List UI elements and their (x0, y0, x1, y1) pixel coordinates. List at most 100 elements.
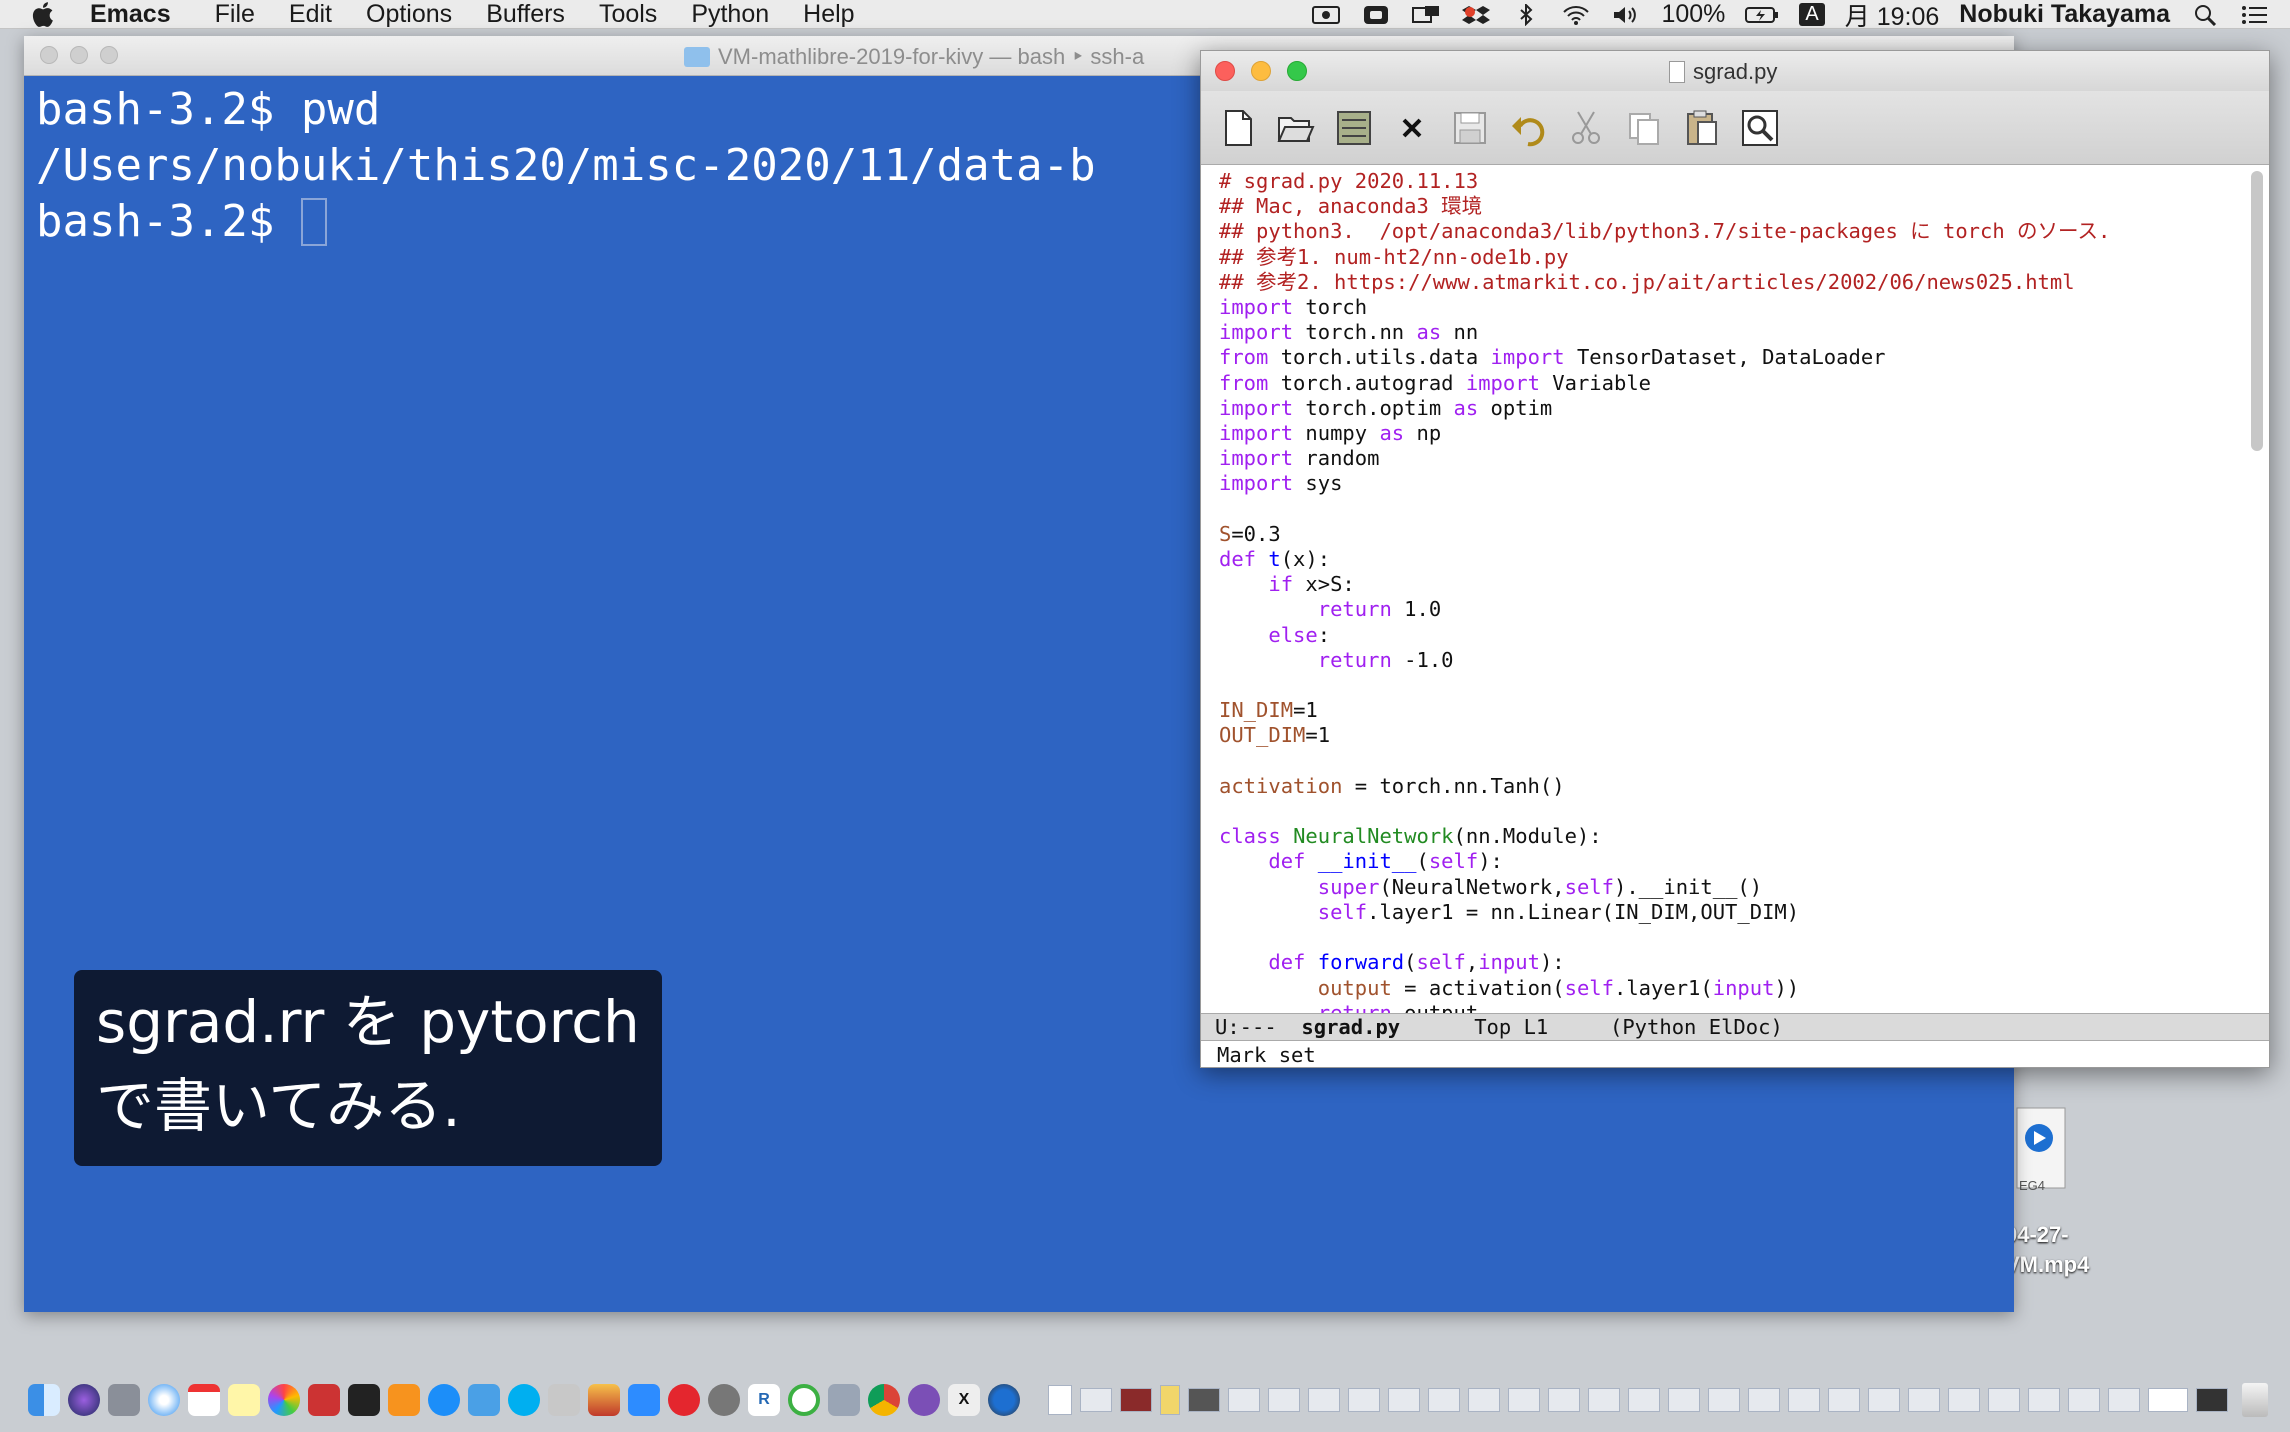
notes-icon[interactable] (228, 1384, 260, 1416)
menu-file[interactable]: File (215, 0, 255, 29)
new-file-icon[interactable] (1215, 105, 1261, 151)
search-icon[interactable] (1737, 105, 1783, 151)
skype-icon[interactable] (508, 1384, 540, 1416)
trash-icon[interactable] (2242, 1383, 2268, 1417)
dock-window-thumbnail[interactable] (1628, 1388, 1660, 1412)
safari-icon[interactable] (148, 1384, 180, 1416)
clock[interactable]: 月 19:06 (1845, 0, 1940, 33)
dock-window-thumbnail[interactable] (1868, 1388, 1900, 1412)
dock-window-thumbnail[interactable] (1308, 1388, 1340, 1412)
spotlight-search-icon[interactable] (2190, 4, 2220, 26)
desktop-file-video[interactable]: EG4 04-27- VM.mp4 (2005, 1100, 2095, 1290)
code-editor[interactable]: # sgrad.py 2020.11.13 ## Mac, anaconda3 環… (1201, 165, 2269, 1033)
battery-icon[interactable] (1745, 4, 1779, 26)
dock-window-thumbnail[interactable] (1828, 1388, 1860, 1412)
dock-window-thumbnail[interactable] (1228, 1388, 1260, 1412)
dired-icon[interactable] (1331, 105, 1377, 151)
quicktime-icon[interactable] (988, 1384, 1020, 1416)
dock-window-thumbnail[interactable] (1080, 1388, 1112, 1412)
close-button[interactable] (1215, 61, 1235, 81)
dock-window-thumbnail[interactable] (1388, 1388, 1420, 1412)
dock-window-thumbnail[interactable] (1668, 1388, 1700, 1412)
dock-window-thumbnail[interactable] (1708, 1388, 1740, 1412)
dock-window-thumbnail[interactable] (1948, 1388, 1980, 1412)
screenshot-app-icon[interactable] (828, 1384, 860, 1416)
dock-window-thumbnail[interactable] (1548, 1388, 1580, 1412)
dock-window-thumbnail[interactable] (1348, 1388, 1380, 1412)
open-folder-icon[interactable] (1273, 105, 1319, 151)
dock-window-thumbnail[interactable] (2068, 1388, 2100, 1412)
siri-icon[interactable] (68, 1384, 100, 1416)
menu-edit[interactable]: Edit (289, 0, 332, 29)
close-button[interactable] (40, 46, 58, 64)
paste-icon[interactable] (1679, 105, 1725, 151)
menu-help[interactable]: Help (803, 0, 854, 29)
bluetooth-icon[interactable] (1511, 3, 1541, 26)
save-icon[interactable] (1447, 105, 1493, 151)
books-icon[interactable] (388, 1384, 420, 1416)
dock-window-thumbnail[interactable] (1120, 1388, 1152, 1412)
input-source-icon[interactable]: A (1799, 3, 1825, 26)
green-circle-app-icon[interactable] (788, 1384, 820, 1416)
menu-app-emacs[interactable]: Emacs (90, 0, 171, 29)
system-preferences-icon[interactable] (708, 1384, 740, 1416)
photos-icon[interactable] (268, 1384, 300, 1416)
dock-window-thumbnail[interactable] (1188, 1388, 1220, 1412)
dock-window-thumbnail[interactable] (1748, 1388, 1780, 1412)
system-tool-icon[interactable] (548, 1384, 580, 1416)
zoom-button[interactable] (100, 46, 118, 64)
emacs-titlebar[interactable]: sgrad.py (1201, 51, 2269, 91)
dock-window-thumbnail[interactable] (1788, 1388, 1820, 1412)
terminal-icon[interactable] (348, 1384, 380, 1416)
emacs-icon[interactable] (908, 1384, 940, 1416)
zoom-icon[interactable] (628, 1384, 660, 1416)
copy-icon[interactable] (1621, 105, 1667, 151)
cut-icon[interactable] (1563, 105, 1609, 151)
battery-percent[interactable]: 100% (1661, 0, 1725, 29)
close-icon[interactable] (1389, 105, 1435, 151)
f5-app-icon[interactable] (668, 1384, 700, 1416)
camera-icon[interactable] (1361, 4, 1391, 26)
dock-window-thumbnail[interactable] (2196, 1388, 2228, 1412)
app-store-icon[interactable] (428, 1384, 460, 1416)
xquartz-icon[interactable]: X (948, 1384, 980, 1416)
menu-options[interactable]: Options (366, 0, 452, 29)
chrome-icon[interactable] (868, 1384, 900, 1416)
menu-buffers[interactable]: Buffers (486, 0, 565, 29)
emacs-window[interactable]: sgrad.py # sgrad.py 2020.11.13 ## Mac, an… (1200, 50, 2270, 1068)
dock-window-thumbnail[interactable] (1988, 1388, 2020, 1412)
vertical-scrollbar[interactable] (2251, 171, 2263, 451)
dock-window-thumbnail[interactable] (2108, 1388, 2140, 1412)
user-name[interactable]: Nobuki Takayama (1959, 0, 2170, 29)
dock-window-thumbnail[interactable] (1468, 1388, 1500, 1412)
dock-window-thumbnail[interactable] (2148, 1388, 2188, 1412)
wifi-icon[interactable] (1561, 4, 1591, 26)
dock-window-thumbnail[interactable] (1508, 1388, 1540, 1412)
dock-window-thumbnail[interactable] (2028, 1388, 2060, 1412)
r-icon[interactable]: R (748, 1384, 780, 1416)
apple-menu-icon[interactable] (26, 0, 64, 29)
zoom-button[interactable] (1287, 61, 1307, 81)
notification-center-icon[interactable] (2240, 4, 2270, 26)
minimize-button[interactable] (1251, 61, 1271, 81)
calendar-icon[interactable] (188, 1384, 220, 1416)
dock-window-thumbnail[interactable] (1428, 1388, 1460, 1412)
finder-icon[interactable] (28, 1384, 60, 1416)
photo-booth-icon[interactable] (308, 1384, 340, 1416)
undo-icon[interactable] (1505, 105, 1551, 151)
dock-document-icon[interactable] (1048, 1385, 1072, 1415)
minimize-button[interactable] (70, 46, 88, 64)
dock-note-icon[interactable] (1160, 1385, 1180, 1415)
dock-window-thumbnail[interactable] (1908, 1388, 1940, 1412)
menu-tools[interactable]: Tools (599, 0, 657, 29)
dropbox-icon[interactable] (1461, 4, 1491, 26)
launchpad-icon[interactable] (108, 1384, 140, 1416)
menu-python[interactable]: Python (691, 0, 769, 29)
dock-window-thumbnail[interactable] (1268, 1388, 1300, 1412)
preview-icon[interactable] (468, 1384, 500, 1416)
dock-window-thumbnail[interactable] (1588, 1388, 1620, 1412)
screen-record-icon[interactable] (1311, 4, 1341, 26)
volume-icon[interactable] (1611, 4, 1641, 26)
pencil-app-icon[interactable] (588, 1384, 620, 1416)
display-icon[interactable] (1411, 4, 1441, 26)
